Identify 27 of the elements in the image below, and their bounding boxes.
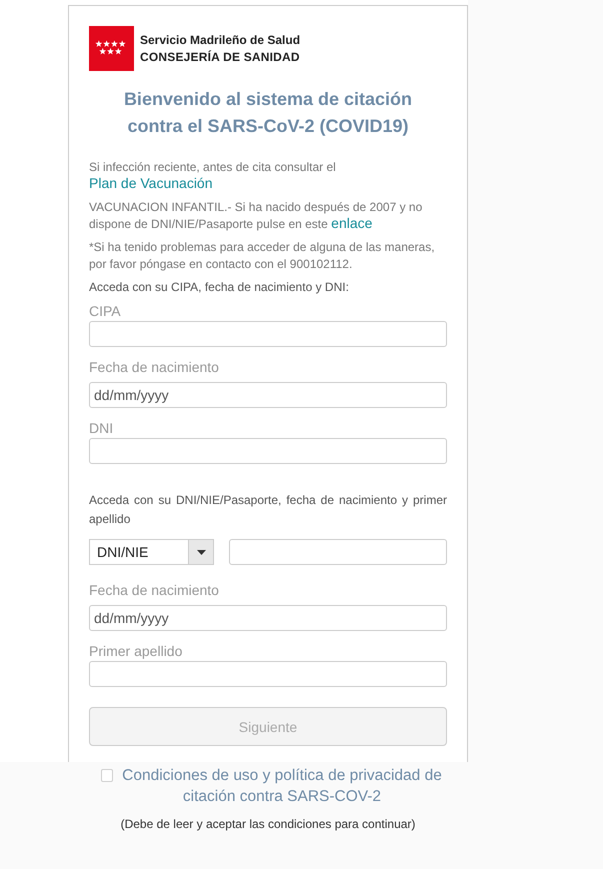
date-field[interactable]: dd/mm/yyyy (89, 382, 447, 408)
date-field[interactable]: dd/mm/yyyy (89, 605, 447, 631)
terms-link[interactable]: Condiciones de uso y política de privacidad de citación contra SARS-COV-2 (117, 765, 447, 807)
terms-note: (Debe de leer y aceptar las condiciones para continuar) (120, 816, 416, 833)
field-label: DNI (89, 419, 114, 437)
text-link[interactable]: Plan de Vacunación (89, 175, 212, 191)
notice-text: *Si ha tenido problemas para acceder de alguna de las maneras, por favor póngase en contacto con el 900102112. (89, 239, 436, 273)
notice-text: VACUNACION INFANTIL.- Si ha nacido después de 2007 y no dispone de DNI/NIE/Pasaporte pulse en este enlace (89, 199, 424, 233)
input-field[interactable] (89, 661, 447, 687)
field-label: Fecha de nacimiento (89, 358, 220, 376)
input-field[interactable] (229, 539, 447, 565)
department-name: CONSEJERÍA DE SANIDAD (140, 48, 300, 66)
checkbox[interactable] (101, 769, 113, 782)
caret-icon (196, 550, 206, 554)
organization-name: Servicio Madrileño de Salud (140, 32, 300, 48)
input-field[interactable] (89, 321, 447, 347)
text-link[interactable]: enlace (331, 215, 372, 231)
input-field[interactable] (89, 438, 447, 464)
notice-text: Si infección reciente, antes de cita consultar el Plan de Vacunación (89, 159, 337, 193)
field-label: CIPA (89, 302, 122, 320)
stars-logo-icon (89, 26, 134, 71)
section-intro: Acceda con su CIPA, fecha de nacimiento y DNI: (89, 279, 350, 296)
field-label: Fecha de nacimiento (89, 581, 220, 599)
document-type-select[interactable]: DNI/NIE (89, 539, 214, 565)
field-label: Primer apellido (89, 642, 184, 660)
section-intro: Acceda con su DNI/NIE/Pasaporte, fecha de nacimiento y primer apellido (89, 492, 447, 528)
page-title: Bienvenido al sistema de citación contra el SARS-CoV-2 (COVID19) (122, 88, 414, 138)
